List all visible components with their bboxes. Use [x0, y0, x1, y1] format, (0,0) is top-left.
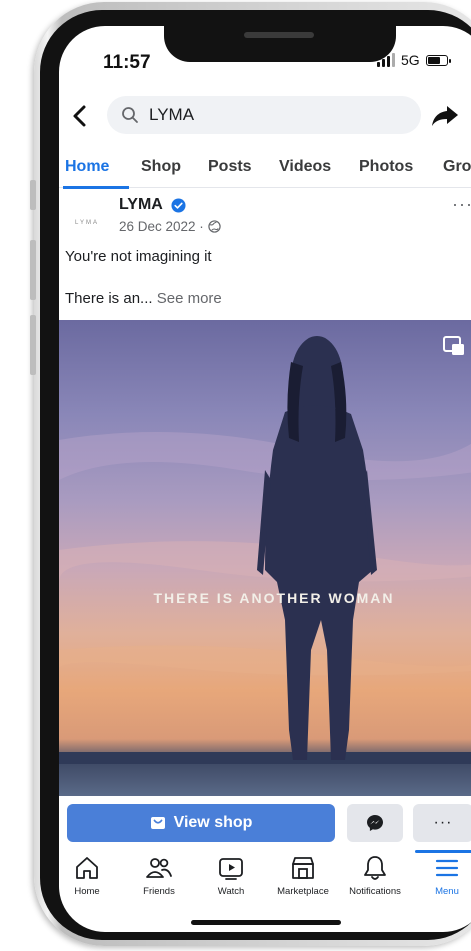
post-meta: 26 Dec 2022 ·	[119, 219, 221, 234]
post-video[interactable]: THERE IS ANOTHER WOMAN	[59, 320, 471, 796]
search-bar[interactable]: LYMA	[107, 96, 421, 134]
more-actions-button[interactable]: ···	[413, 804, 471, 842]
phone-volume-down	[30, 315, 36, 375]
tab-groups[interactable]: Gro	[443, 158, 471, 176]
messenger-button[interactable]	[347, 804, 403, 842]
messenger-icon	[367, 815, 383, 831]
network-label: 5G	[401, 52, 420, 68]
verified-badge-icon	[171, 198, 186, 213]
nav-notifications-label: Notifications	[349, 886, 401, 897]
home-indicator[interactable]	[191, 920, 341, 925]
bell-icon	[364, 856, 386, 880]
post-text-line1: You're not imagining it	[65, 248, 212, 265]
view-shop-label: View shop	[173, 814, 253, 831]
phone-mute-switch	[30, 180, 36, 210]
nav-friends-label: Friends	[143, 886, 175, 897]
nav-marketplace[interactable]: Marketplace	[265, 854, 341, 897]
marketplace-icon	[292, 857, 314, 879]
nav-notifications[interactable]: Notifications	[337, 854, 413, 897]
menu-icon	[435, 859, 459, 877]
friends-icon	[146, 858, 172, 878]
nav-menu-label: Menu	[435, 886, 459, 897]
globe-icon	[208, 220, 221, 233]
battery-icon	[425, 54, 451, 66]
nav-friends[interactable]: Friends	[121, 854, 197, 897]
post-text-preview: There is an...	[65, 290, 153, 307]
bottom-nav: Home Friends Watch Marketplace Notificat…	[59, 850, 471, 910]
picture-in-picture-icon[interactable]	[443, 336, 465, 356]
watch-icon	[219, 858, 243, 880]
nav-watch-label: Watch	[217, 886, 245, 897]
nav-watch[interactable]: Watch	[193, 854, 269, 897]
post-author[interactable]: LYMA	[119, 196, 163, 214]
post-text-line2: There is an... See more	[65, 290, 222, 307]
phone-volume-up	[30, 240, 36, 300]
tab-home[interactable]: Home	[65, 158, 109, 176]
signal-icon	[377, 53, 395, 67]
video-caption: THERE IS ANOTHER WOMAN	[153, 590, 395, 606]
share-icon[interactable]	[431, 104, 459, 128]
nav-menu[interactable]: Menu	[409, 854, 471, 897]
nav-marketplace-label: Marketplace	[277, 886, 329, 897]
chevron-left-icon[interactable]	[69, 102, 91, 130]
search-input[interactable]: LYMA	[149, 105, 194, 125]
see-more-link[interactable]: See more	[157, 290, 222, 307]
speaker-grille	[244, 32, 314, 38]
shop-bag-icon	[150, 817, 165, 829]
phone-screen: 11:57 5G LYMA Home Shop Posts Videos Pho…	[59, 26, 471, 932]
status-time: 11:57	[103, 52, 151, 73]
search-icon	[122, 107, 138, 123]
active-tab-indicator	[63, 186, 129, 189]
home-icon	[76, 857, 98, 879]
tab-videos[interactable]: Videos	[279, 158, 331, 176]
nav-home-label: Home	[74, 886, 100, 897]
tab-posts[interactable]: Posts	[208, 158, 252, 176]
post-options-button[interactable]: ···	[452, 194, 471, 215]
tab-photos[interactable]: Photos	[359, 158, 413, 176]
battery-level	[427, 56, 441, 64]
notch	[164, 26, 396, 62]
page-avatar[interactable]: LYMA	[69, 210, 105, 236]
active-nav-indicator	[415, 850, 471, 853]
page-tabs: Home Shop Posts Videos Photos Gro	[59, 148, 471, 189]
status-indicators: 5G	[377, 52, 451, 68]
post-date: 26 Dec 2022 ·	[119, 219, 204, 234]
video-frame	[59, 336, 471, 764]
view-shop-button[interactable]: View shop	[67, 804, 335, 842]
nav-home[interactable]: Home	[59, 854, 125, 897]
tab-shop[interactable]: Shop	[141, 158, 181, 176]
